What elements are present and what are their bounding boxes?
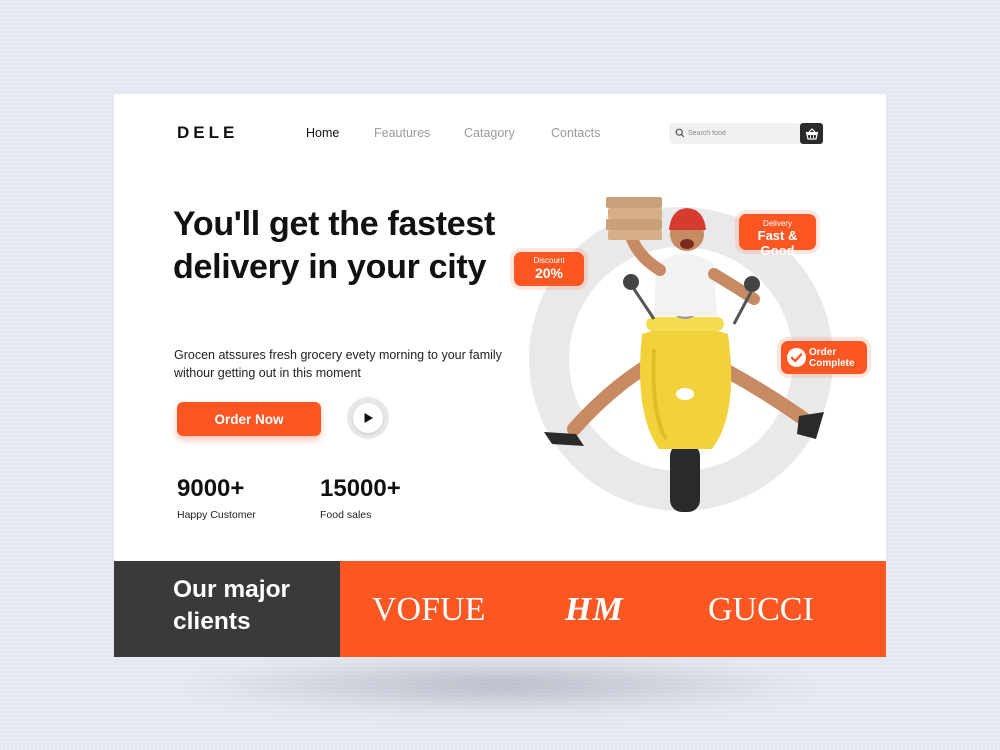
clients-logos-panel: VOFUE HM GUCCI: [340, 561, 886, 657]
search-icon: [675, 128, 685, 138]
stat-sales-label: Food sales: [320, 509, 372, 521]
play-button-inner: [353, 403, 383, 433]
discount-tag: Discount 20%: [514, 252, 584, 286]
nav-home[interactable]: Home: [306, 126, 339, 140]
hero-headline: You'll get the fastest delivery in your …: [173, 205, 496, 286]
nav-features[interactable]: Feautures: [374, 126, 430, 140]
search-input[interactable]: [688, 126, 793, 141]
order-complete-line2: Complete: [809, 358, 855, 369]
delivery-tag-label: Delivery: [763, 219, 792, 228]
brand-vofue: VOFUE: [372, 591, 486, 628]
play-video-button[interactable]: [347, 397, 389, 439]
basket-icon: [805, 127, 818, 140]
order-complete-line1: Order: [809, 347, 837, 358]
nav-contacts[interactable]: Contacts: [551, 126, 600, 140]
play-icon: [364, 413, 373, 423]
order-complete-tag: Order Complete: [781, 341, 867, 374]
cart-button[interactable]: [800, 123, 823, 144]
clients-heading-panel: Our major clients: [114, 561, 340, 657]
nav-category[interactable]: Catagory: [464, 126, 515, 140]
check-icon: [787, 348, 806, 367]
stat-sales-value: 15000+: [320, 475, 401, 502]
stat-customers-value: 9000+: [177, 475, 245, 502]
stat-customers-label: Happy Customer: [177, 509, 256, 521]
clients-title: Our major clients: [173, 576, 291, 635]
card-shadow: [190, 655, 810, 715]
delivery-tag-value: Fast & Good: [757, 228, 798, 258]
brand-hm: HM: [565, 591, 624, 628]
hero-subtext: Grocen atssures fresh grocery evety morn…: [174, 348, 502, 380]
logo[interactable]: DELE: [177, 123, 238, 143]
discount-tag-value: 20%: [534, 265, 564, 281]
order-now-button[interactable]: Order Now: [177, 402, 321, 436]
search-bar[interactable]: [669, 123, 801, 144]
discount-tag-label: Discount: [533, 256, 565, 265]
brand-gucci: GUCCI: [708, 591, 814, 628]
landing-card: DELE Home Feautures Catagory Contacts Yo…: [114, 94, 886, 657]
delivery-tag: Delivery Fast & Good: [739, 214, 816, 258]
